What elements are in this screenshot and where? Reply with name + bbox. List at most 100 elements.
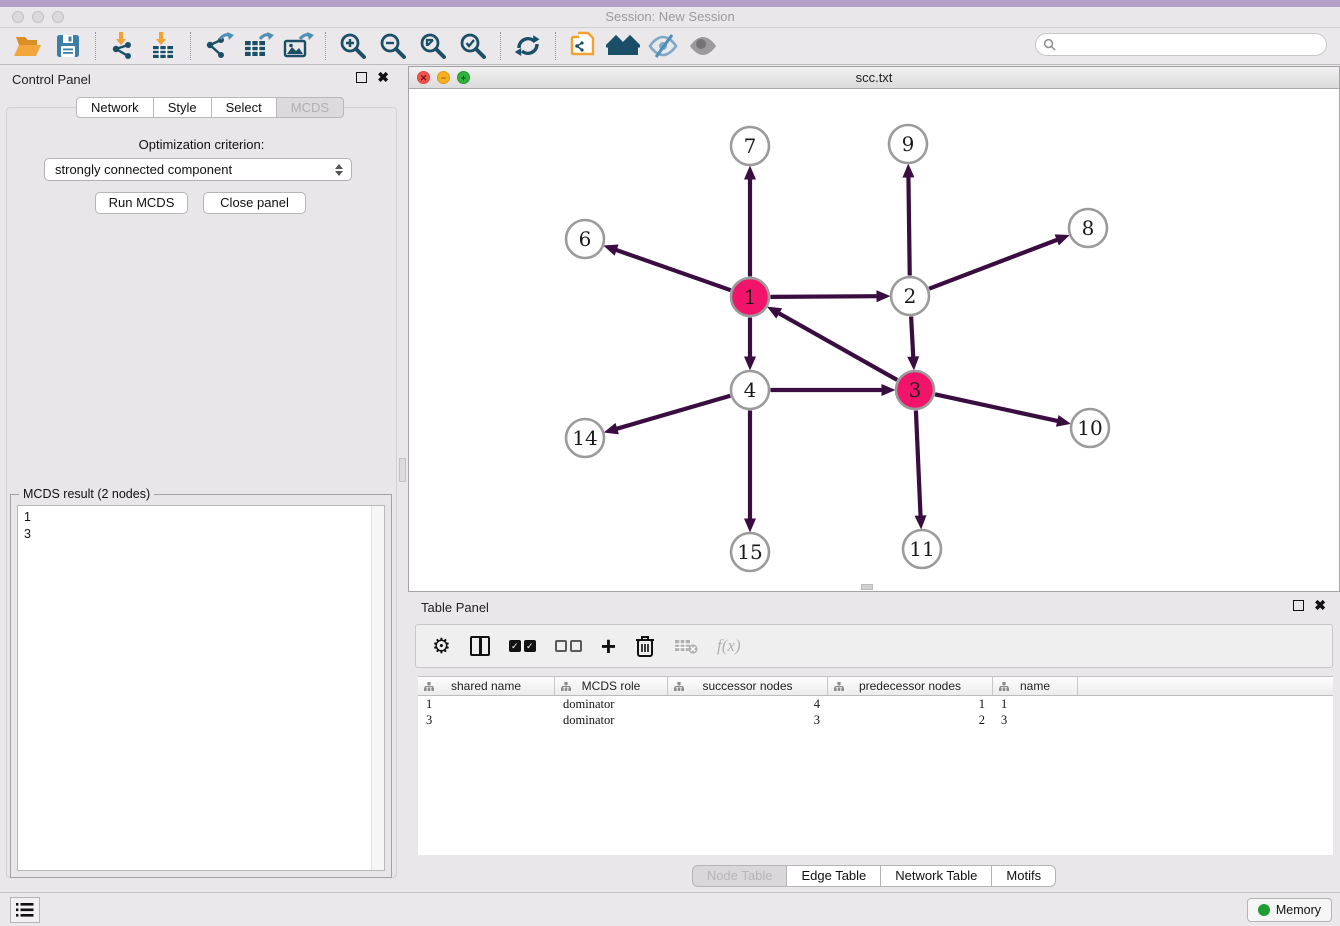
delete-row-button[interactable] [635,631,655,661]
edge-4-14[interactable] [615,396,730,429]
node-label-6: 6 [579,227,592,251]
zoom-out-button[interactable] [373,30,413,62]
zoom-window-icon[interactable] [52,11,64,23]
minimize-network-icon[interactable]: − [437,71,450,84]
function-builder-button-disabled: f(x) [717,631,741,661]
import-network-button[interactable] [103,30,143,62]
tab-mcds[interactable]: MCDS [277,97,344,118]
app-title: Session: New Session [0,7,1340,27]
cell-1-3[interactable]: 2 [828,712,993,728]
export-network-button[interactable] [198,30,238,62]
network-window-titlebar[interactable]: ✕ − + scc.txt [409,67,1339,89]
save-session-button[interactable] [48,30,88,62]
close-panel-button[interactable]: Close panel [203,192,306,214]
memory-button[interactable]: Memory [1247,898,1332,922]
table-row-1[interactable]: 3dominator323 [418,712,1333,728]
export-table-button[interactable] [238,30,278,62]
column-layout-button[interactable] [470,631,490,661]
list-icon [16,903,34,917]
import-table-button[interactable] [143,30,183,62]
search-input[interactable] [1060,36,1326,54]
close-table-panel-icon[interactable]: ✖ [1314,600,1326,611]
cell-0-3[interactable]: 1 [828,696,993,712]
add-row-button[interactable]: + [601,631,616,661]
cell-0-4[interactable]: 1 [993,696,1078,712]
window-controls-inactive[interactable] [12,11,64,23]
checked-box-icon: ✓ [524,640,536,652]
deselect-all-button[interactable] [555,631,582,661]
edge-3-10[interactable] [935,394,1059,421]
search-field[interactable] [1035,33,1327,56]
new-network-from-selection-button[interactable] [563,30,603,62]
table-row-0[interactable]: 1dominator411 [418,696,1333,712]
tab-motifs[interactable]: Motifs [992,865,1056,887]
network-canvas[interactable]: 7968124314101511 [409,89,1339,591]
column-sort-icon [424,682,434,691]
app-titlebar: Session: New Session [0,7,1340,28]
hide-selected-button[interactable] [643,30,683,62]
show-all-networks-button[interactable] [603,30,643,62]
panel-splitter-handle[interactable] [399,458,406,482]
trash-icon [635,634,655,658]
cell-0-0[interactable]: 1 [418,696,555,712]
cell-0-2[interactable]: 4 [668,696,828,712]
result-scrollbar[interactable] [371,506,384,870]
houses-icon [606,33,640,59]
select-all-button[interactable]: ✓✓ [509,631,536,661]
cell-1-1[interactable]: dominator [555,712,668,728]
zoom-in-button[interactable] [333,30,373,62]
export-image-button[interactable] [278,30,318,62]
column-header-shared-name[interactable]: shared name [418,677,555,695]
tab-network[interactable]: Network [76,97,154,118]
apply-layout-button[interactable] [508,30,548,62]
float-table-panel-icon[interactable] [1293,600,1304,611]
tab-select[interactable]: Select [212,97,277,118]
edge-3-11[interactable] [916,410,921,517]
cell-1-0[interactable]: 3 [418,712,555,728]
node-label-1: 1 [744,285,757,309]
mcds-result-area[interactable]: 1 3 [17,505,385,871]
tab-node-table[interactable]: Node Table [692,865,788,887]
edge-arrowhead-2-9 [902,163,914,177]
node-label-3: 3 [909,378,922,402]
column-header-successor-nodes[interactable]: successor nodes [668,677,828,695]
column-header-MCDS-role[interactable]: MCDS role [555,677,668,695]
network-hscrollbar[interactable] [861,584,873,590]
show-graphics-details-button[interactable] [683,30,723,62]
edge-3-1[interactable] [777,312,897,379]
run-mcds-button[interactable]: Run MCDS [95,192,188,214]
unchecked-box-icon [570,640,582,652]
edge-2-8[interactable] [929,239,1058,288]
tab-network-table[interactable]: Network Table [881,865,992,887]
zoom-fit-button[interactable] [413,30,453,62]
open-file-button[interactable] [8,30,48,62]
select-stepper-icon [333,162,344,178]
import-network-icon [108,31,138,61]
column-header-predecessor-nodes[interactable]: predecessor nodes [828,677,993,695]
edge-2-9[interactable] [908,175,909,275]
cell-1-4[interactable]: 3 [993,712,1078,728]
float-panel-icon[interactable] [356,72,367,83]
edge-1-2[interactable] [770,296,878,297]
optimization-criterion-select[interactable]: strongly connected component [44,158,352,181]
edge-1-6[interactable] [615,249,731,290]
close-panel-icon[interactable]: ✖ [377,72,389,83]
close-window-icon[interactable] [12,11,24,23]
edge-2-3[interactable] [911,316,913,358]
mcds-result-group: MCDS result (2 nodes) 1 3 [10,494,392,878]
node-label-11: 11 [909,537,934,561]
tab-edge-table[interactable]: Edge Table [787,865,881,887]
table-settings-button[interactable]: ⚙ [432,631,451,661]
close-network-icon[interactable]: ✕ [417,71,430,84]
table-header: shared nameMCDS rolesuccessor nodesprede… [418,677,1333,696]
task-history-button[interactable] [10,897,40,923]
cell-1-2[interactable]: 3 [668,712,828,728]
minimize-window-icon[interactable] [32,11,44,23]
zoom-selected-button[interactable] [453,30,493,62]
tab-style[interactable]: Style [154,97,212,118]
maximize-network-icon[interactable]: + [457,71,470,84]
cell-0-1[interactable]: dominator [555,696,668,712]
column-header-name[interactable]: name [993,677,1078,695]
edge-arrowhead-3-10 [1056,415,1071,427]
export-table-icon [242,31,274,61]
